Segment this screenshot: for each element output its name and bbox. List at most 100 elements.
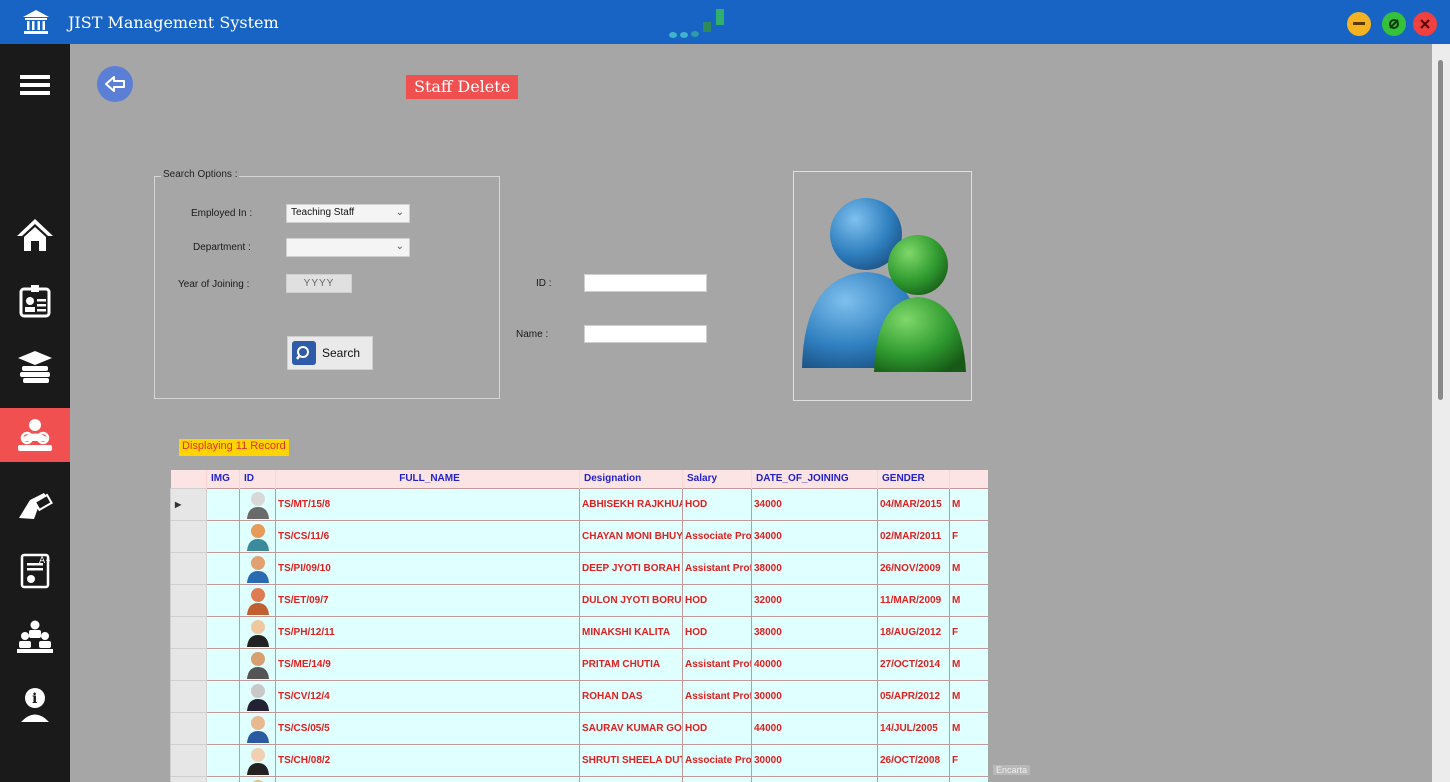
close-button[interactable] (1413, 12, 1437, 36)
minimize-button[interactable] (1347, 12, 1371, 36)
row-header[interactable] (170, 583, 207, 617)
row-header[interactable] (170, 647, 207, 681)
employed-in-select[interactable]: Teaching Staff ⌄ (286, 204, 410, 223)
staff-avatar-cell[interactable] (239, 519, 276, 553)
cell-full-name[interactable]: UTTAM JYOTI KONWAR (579, 775, 683, 782)
column-header-salary[interactable]: Salary (682, 470, 752, 488)
staff-avatar-cell[interactable] (239, 743, 276, 777)
row-header[interactable] (170, 519, 207, 553)
cell-designation[interactable]: HOD (682, 583, 752, 617)
cell-designation[interactable]: Assistant Prof (682, 679, 752, 713)
cell-gender[interactable]: M (949, 679, 988, 713)
cell-id[interactable]: TS/CS/11/6 (275, 519, 580, 553)
cell-salary[interactable]: 34000 (751, 487, 878, 521)
column-header-id[interactable]: ID (239, 470, 276, 488)
cell-salary[interactable]: 38000 (751, 615, 878, 649)
table-row[interactable]: TS/ME/14/9 PRITAM CHUTIA Assistant Prof 400… (170, 647, 988, 681)
sidebar-item-certificates[interactable]: A+ (0, 544, 70, 598)
row-header[interactable] (170, 551, 207, 585)
cell-gender[interactable]: M (949, 711, 988, 745)
table-row[interactable]: TS/CV/12/4 ROHAN DAS Assistant Prof 30000 05… (170, 679, 988, 713)
cell-date-of-joining[interactable]: 26/NOV/2009 (877, 551, 950, 585)
table-row[interactable]: TS/CH/08/2SHRUTI SHEELA DUTTAAssociate P… (170, 743, 988, 777)
cell-designation[interactable]: Assistant Prof (682, 647, 752, 681)
cell-date-of-joining[interactable]: 02/MAR/2011 (877, 519, 950, 553)
cell-id[interactable]: TS/MT/15/8 (275, 487, 580, 521)
table-row[interactable]: TS/ET/09/7DULON JYOTI BORUAHHOD3200011/M… (170, 583, 988, 617)
staff-avatar-cell[interactable] (239, 679, 276, 713)
scrollbar-thumb[interactable] (1438, 60, 1443, 400)
cell-gender[interactable]: M (949, 647, 988, 681)
cell-id[interactable]: TS/PI/09/10 (275, 551, 580, 585)
cell-designation[interactable]: HOD (682, 487, 752, 521)
cell-full-name[interactable]: PRITAM CHUTIA (579, 647, 683, 681)
id-input[interactable] (584, 274, 707, 292)
table-row[interactable]: TS/CS/11/6CHAYAN MONI BHUYANAssociate Pr… (170, 519, 988, 553)
cell-date-of-joining[interactable]: 04/MAR/2015 (877, 487, 950, 521)
staff-avatar-cell[interactable] (239, 711, 276, 745)
cell-full-name[interactable]: ABHISEKH RAJKHUA (579, 487, 683, 521)
cell-designation[interactable]: Associate Prof (682, 519, 752, 553)
table-row[interactable]: TS/PI/09/10 DEEP JYOTI BORAH Assistant Pro… (170, 551, 988, 585)
cell-date-of-joining[interactable]: 11/MAR/2009 (877, 583, 950, 617)
row-header[interactable]: ▶ (170, 487, 207, 521)
cell-id[interactable]: TS/CS/05/5 (275, 711, 580, 745)
row-header[interactable] (170, 615, 207, 649)
cell-full-name[interactable]: DEEP JYOTI BORAH (579, 551, 683, 585)
staff-avatar-cell[interactable] (239, 775, 276, 782)
sidebar-item-menu[interactable] (0, 58, 70, 112)
year-of-joining-input[interactable]: YYYY (286, 274, 352, 293)
cell-id[interactable]: TS/ET/09/7 (275, 583, 580, 617)
cell-designation[interactable]: HOD (682, 615, 752, 649)
cell-full-name[interactable]: DULON JYOTI BORUAH (579, 583, 683, 617)
cell-full-name[interactable]: MINAKSHI KALITA (579, 615, 683, 649)
search-button[interactable]: Search (287, 336, 373, 370)
cell-designation[interactable]: Associate Prof (682, 743, 752, 777)
cell-date-of-joining[interactable]: 05/APR/2012 (877, 679, 950, 713)
cell-salary[interactable]: 30000 (751, 743, 878, 777)
cell-gender[interactable]: F (949, 743, 988, 777)
back-button[interactable] (97, 66, 133, 102)
cell-date-of-joining[interactable]: 26/OCT/2008 (877, 743, 950, 777)
sidebar-item-teaching-staff[interactable] (0, 408, 70, 462)
cell-salary[interactable]: 38000 (751, 551, 878, 585)
cell-id[interactable]: TS/CV/12/4 (275, 679, 580, 713)
sidebar-item-students[interactable] (0, 340, 70, 394)
column-header-img[interactable]: IMG (206, 470, 240, 488)
cell-id[interactable]: TS/PH/12/11 (275, 615, 580, 649)
sidebar-item-salary[interactable] (0, 478, 70, 532)
cell-full-name[interactable]: ROHAN DAS (579, 679, 683, 713)
name-input[interactable] (584, 325, 707, 343)
cell-date-of-joining[interactable]: 27/OCT/2014 (877, 647, 950, 681)
column-header-full-name[interactable]: FULL_NAME (275, 470, 580, 488)
sidebar-item-home[interactable] (0, 208, 70, 262)
cell-full-name[interactable]: SHRUTI SHEELA DUTTA (579, 743, 683, 777)
column-header-designation[interactable]: Designation (579, 470, 683, 488)
cell-gender[interactable]: M (949, 487, 988, 521)
cell-date-of-joining[interactable]: 01/JUL/2010 (877, 775, 950, 782)
cell-id[interactable]: TS/ME/14/9 (275, 647, 580, 681)
maximize-button[interactable] (1382, 12, 1406, 36)
department-select[interactable]: ⌄ (286, 238, 410, 257)
sidebar-item-about[interactable]: i (0, 678, 70, 732)
cell-salary[interactable]: 40000 (751, 775, 878, 782)
cell-designation[interactable]: Assistant Prof (682, 551, 752, 585)
cell-salary[interactable]: 34000 (751, 519, 878, 553)
row-header[interactable] (170, 743, 207, 777)
cell-gender[interactable]: F (949, 519, 988, 553)
row-header[interactable] (170, 679, 207, 713)
table-row[interactable]: ▶ TS/MT/15/8 ABHISEKH RAJKHUA HOD 34000 04/MA… (170, 487, 988, 521)
table-row[interactable]: TS/CV/10/3UTTAM JYOTI KONWARHOD4000001/J… (170, 775, 988, 782)
cell-full-name[interactable]: CHAYAN MONI BHUYAN (579, 519, 683, 553)
cell-id[interactable]: TS/CV/10/3 (275, 775, 580, 782)
cell-gender[interactable]: M (949, 583, 988, 617)
staff-avatar-cell[interactable] (239, 487, 276, 521)
table-row[interactable]: TS/CS/05/5SAURAV KUMAR GOGOIHOD4400014/J… (170, 711, 988, 745)
cell-gender[interactable]: F (949, 615, 988, 649)
staff-avatar-cell[interactable] (239, 647, 276, 681)
cell-salary[interactable]: 40000 (751, 647, 878, 681)
cell-salary[interactable]: 30000 (751, 679, 878, 713)
staff-grid[interactable]: IMG ID FULL_NAME Designation Salary DATE… (170, 470, 988, 782)
cell-id[interactable]: TS/CH/08/2 (275, 743, 580, 777)
sidebar-item-classroom[interactable] (0, 610, 70, 664)
